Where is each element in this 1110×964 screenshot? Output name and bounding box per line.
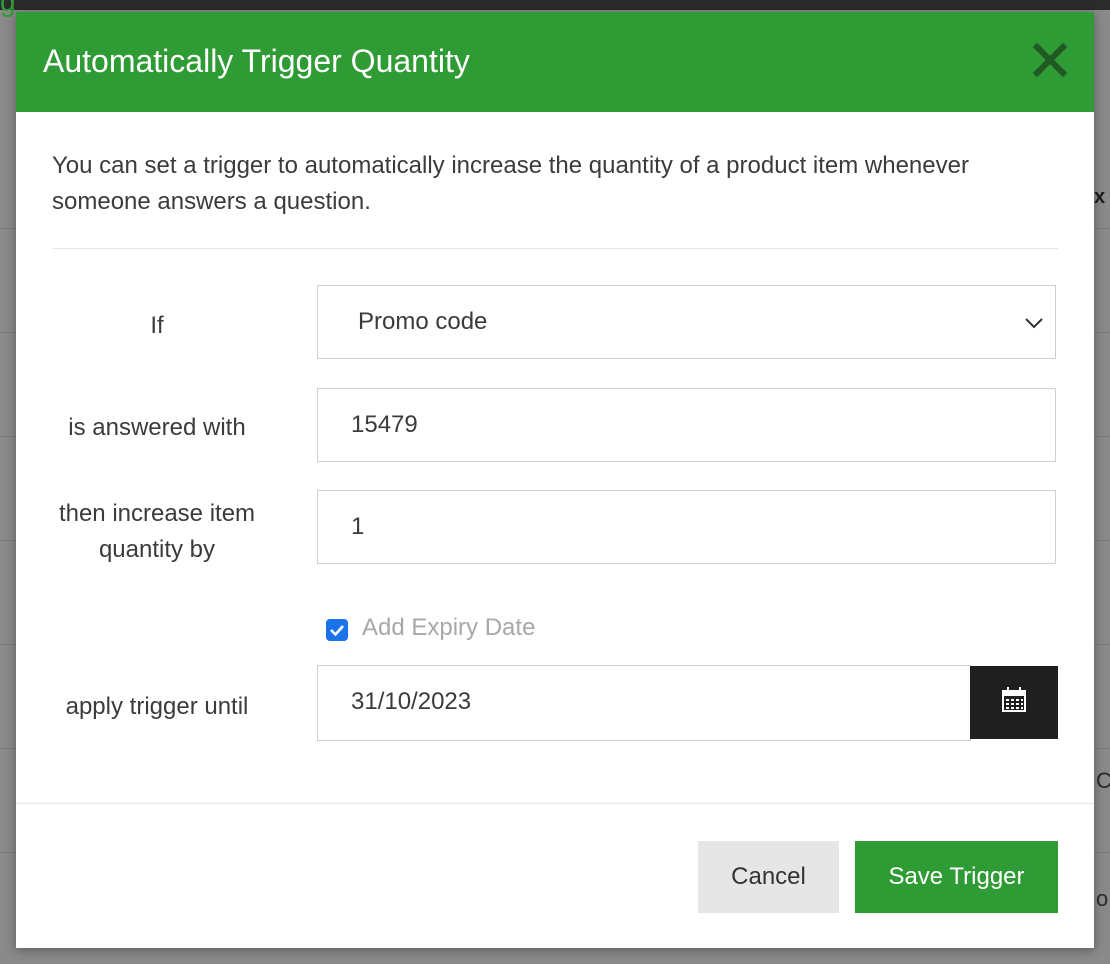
background-text: x: [1094, 186, 1106, 208]
background-topbar: [0, 0, 1110, 10]
calendar-button[interactable]: [970, 666, 1058, 739]
if-label: If: [150, 312, 164, 339]
until-date-value: 31/10/2023: [351, 688, 472, 715]
question-select[interactable]: Promo code: [317, 285, 1056, 359]
close-icon[interactable]: [1032, 42, 1068, 78]
increase-label: then increase item quantity by: [58, 500, 256, 563]
footer-divider: [16, 803, 1094, 804]
trigger-modal: Automatically Trigger Quantity You can s…: [16, 12, 1094, 948]
until-date-input[interactable]: 31/10/2023: [317, 665, 971, 741]
quantity-input[interactable]: 1: [317, 490, 1056, 564]
until-label: apply trigger until: [65, 693, 249, 720]
answer-value: 15479: [351, 411, 418, 438]
answer-input[interactable]: 15479: [317, 388, 1056, 462]
cancel-button[interactable]: Cancel: [698, 841, 839, 913]
save-trigger-button[interactable]: Save Trigger: [855, 841, 1058, 913]
calendar-icon: [1002, 687, 1026, 712]
quantity-value: 1: [351, 513, 365, 540]
expiry-checkbox[interactable]: [326, 619, 348, 641]
modal-description: You can set a trigger to automatically i…: [52, 152, 969, 215]
question-select-value: Promo code: [358, 308, 488, 335]
background-logo: g: [0, 0, 16, 17]
modal-title: Automatically Trigger Quantity: [43, 43, 470, 79]
answered-label: is answered with: [68, 414, 246, 441]
expiry-checkbox-label[interactable]: Add Expiry Date: [362, 614, 535, 642]
section-divider: [52, 248, 1058, 249]
background-text: C: [1096, 768, 1110, 793]
modal-header: Automatically Trigger Quantity: [16, 12, 1094, 112]
chevron-down-icon: [1023, 312, 1045, 334]
background-text: o: [1096, 886, 1109, 911]
